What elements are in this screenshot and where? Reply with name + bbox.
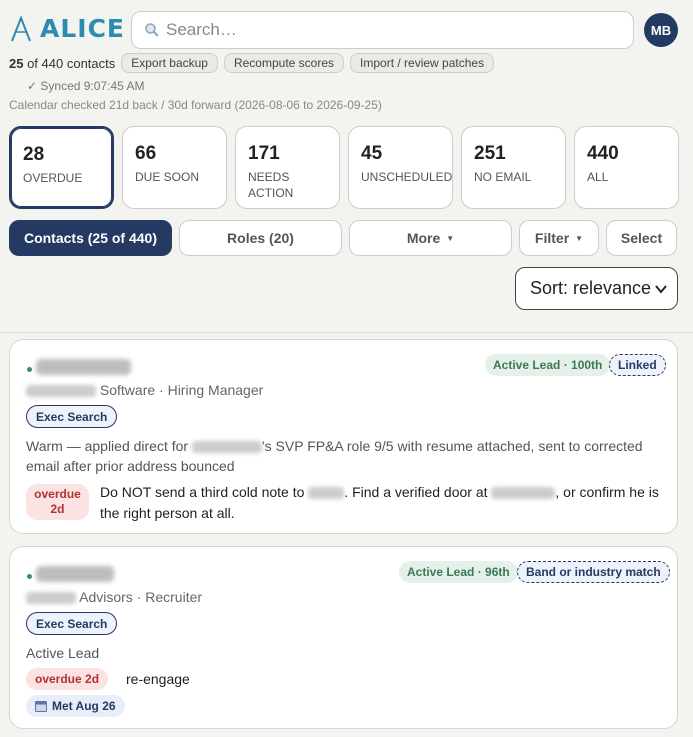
linked-badge: Linked [609, 354, 666, 376]
status-dot [27, 574, 32, 579]
stat-label: UNSCHEDULED [361, 170, 453, 184]
contact-subtitle: Software · Hiring Manager [26, 382, 263, 398]
stat-number: 66 [135, 143, 157, 164]
filter-button[interactable]: Filter ▼ [519, 220, 599, 256]
notes-text: 's SVP FP&A role 9/5 with resume attache… [261, 438, 643, 454]
logo-mark-icon [11, 14, 31, 41]
calendar-icon [35, 701, 47, 712]
contact-notes: Active Lead [26, 645, 100, 661]
met-date-label: Met Aug 26 [52, 699, 116, 713]
stat-cards: 28 OVERDUE 66 DUE SOON 171 NEEDS ACTION … [9, 126, 679, 209]
stat-label: DUE SOON [135, 170, 200, 184]
stat-card-overdue[interactable]: 28 OVERDUE [9, 126, 114, 209]
select-button[interactable]: Select [606, 220, 677, 256]
overdue-days: 2d [50, 502, 65, 516]
contact-card[interactable]: Active Lead · 96th Band or industry matc… [9, 546, 678, 729]
contact-role: Advisors · Recruiter [79, 589, 203, 605]
stat-card-needs-action[interactable]: 171 NEEDS ACTION [235, 126, 340, 209]
overdue-badge: overdue 2d [26, 668, 109, 690]
stat-number: 171 [248, 143, 280, 164]
company-redacted [491, 487, 556, 500]
company-redacted [26, 592, 76, 605]
logo-text: ALICE [40, 14, 126, 43]
stat-label: NO EMAIL [474, 170, 532, 184]
stat-card-no-email[interactable]: 251 NO EMAIL [461, 126, 566, 209]
search-bar[interactable] [131, 11, 634, 49]
caret-down-icon: ▼ [575, 233, 584, 243]
contact-notes: Warm — applied direct for 's SVP FP&A ro… [26, 436, 666, 476]
more-label: More [406, 230, 441, 246]
next-action: re-engage [126, 671, 190, 687]
stat-number: 440 [587, 143, 619, 164]
lead-score-badge: Active Lead · 100th [485, 354, 611, 376]
status-dot [27, 367, 32, 372]
met-date-badge: Met Aug 26 [26, 695, 125, 717]
stat-card-unscheduled[interactable]: 45 UNSCHEDULED [348, 126, 453, 209]
sort-label: Sort: relevance [530, 278, 652, 298]
notes-text: email after prior address bounced [26, 458, 235, 474]
action-text: Do NOT send a third cold note to [100, 484, 309, 500]
contact-role: Software · Hiring Manager [99, 382, 264, 398]
match-badge: Band or industry match [517, 561, 670, 583]
sort-select[interactable]: Sort: relevance [515, 267, 678, 310]
view-tabs: Contacts (25 of 440) Roles (20) More ▼ Fi… [9, 220, 677, 256]
stat-number: 45 [361, 143, 383, 164]
app-logo[interactable]: ALICE [10, 14, 125, 43]
contacts-count-number: 25 [9, 55, 24, 71]
company-redacted [26, 385, 96, 398]
exec-search-tag[interactable]: Exec Search [26, 405, 118, 428]
more-menu-button[interactable]: More ▼ [349, 220, 512, 256]
contact-name-redacted [36, 359, 131, 375]
calendar-range-note: Calendar checked 21d back / 30d forward … [9, 98, 382, 112]
contact-card[interactable]: Active Lead · 100th Linked Software · Hi… [9, 339, 678, 534]
overdue-badge: overdue 2d [26, 484, 89, 520]
exec-search-tag[interactable]: Exec Search [26, 612, 118, 635]
export-backup-button[interactable]: Export backup [121, 53, 218, 73]
contacts-count: 25 of 440 contacts [9, 56, 115, 71]
chevron-down-icon [655, 285, 667, 294]
action-text: . Find a verified door at [344, 484, 492, 500]
user-avatar[interactable]: MB [644, 13, 678, 47]
name-redacted [308, 487, 345, 500]
divider [0, 332, 693, 333]
filter-label: Filter [534, 230, 570, 246]
contact-subtitle: Advisors · Recruiter [26, 589, 202, 605]
import-review-patches-button[interactable]: Import / review patches [350, 53, 495, 73]
stat-number: 28 [23, 144, 45, 165]
notes-text: Warm — applied direct for [26, 438, 192, 454]
action-text: , or confirm he is [555, 484, 659, 500]
stat-label: ALL [587, 170, 609, 184]
stat-number: 251 [474, 143, 506, 164]
contact-name-redacted [36, 566, 114, 582]
app-header: ALICE MB [0, 0, 693, 56]
stat-card-all[interactable]: 440 ALL [574, 126, 679, 209]
stat-label: NEEDS ACTION [248, 170, 294, 200]
stat-card-due-soon[interactable]: 66 DUE SOON [122, 126, 227, 209]
contacts-count-suffix: of 440 contacts [23, 55, 116, 71]
search-input[interactable] [166, 20, 606, 40]
sync-status: ✓ Synced 9:07:45 AM [27, 79, 145, 93]
stat-label: OVERDUE [23, 171, 83, 185]
next-action: Do NOT send a third cold note to . Find … [100, 482, 670, 524]
contacts-meta-row: 25 of 440 contacts Export backup Recompu… [9, 53, 495, 73]
lead-score-badge: Active Lead · 96th [399, 561, 518, 583]
tab-contacts[interactable]: Contacts (25 of 440) [9, 220, 172, 256]
tab-roles[interactable]: Roles (20) [179, 220, 342, 256]
recompute-scores-button[interactable]: Recompute scores [223, 53, 345, 73]
overdue-label: overdue [34, 487, 81, 501]
company-redacted [191, 441, 262, 454]
search-icon [145, 23, 159, 37]
caret-down-icon: ▼ [446, 233, 455, 243]
action-text: the right person at all. [100, 505, 235, 521]
